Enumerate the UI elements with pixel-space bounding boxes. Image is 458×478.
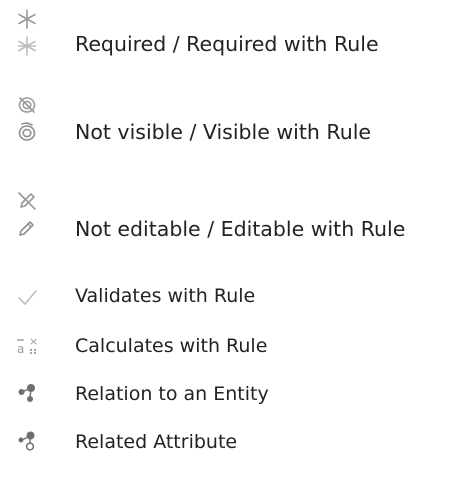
legend-label: Related Attribute xyxy=(75,431,238,453)
legend-item-relation: Relation to an Entity xyxy=(0,380,458,410)
legend-label: Relation to an Entity xyxy=(75,383,269,405)
calculate-icon: a × xyxy=(16,334,40,356)
legend-item-required: Required / Required with Rule xyxy=(0,8,458,68)
eye-hidden-icon xyxy=(16,94,40,116)
legend-label: Not visible / Visible with Rule xyxy=(75,120,372,144)
pencil-disabled-icon xyxy=(16,190,40,212)
legend-label: Calculates with Rule xyxy=(75,335,268,357)
pencil-rule-icon xyxy=(16,217,40,239)
legend-item-related-attribute: Related Attribute xyxy=(0,428,458,458)
asterisk-icon xyxy=(16,8,40,30)
svg-text:a: a xyxy=(17,342,24,356)
eye-rule-icon xyxy=(16,121,40,143)
legend-item-calculates: a × Calculates with Rule xyxy=(0,332,458,362)
legend: Required / Required with Rule Not visibl… xyxy=(0,0,458,478)
svg-text:×: × xyxy=(29,335,38,348)
related-attribute-icon xyxy=(16,430,40,452)
legend-label: Not editable / Editable with Rule xyxy=(75,217,406,241)
relation-icon xyxy=(16,382,40,404)
legend-label: Required / Required with Rule xyxy=(75,32,379,56)
legend-item-validates: Validates with Rule xyxy=(0,282,458,312)
legend-item-editable: Not editable / Editable with Rule xyxy=(0,190,458,260)
asterisk-rule-icon xyxy=(16,35,40,57)
checkmark-icon xyxy=(16,286,40,308)
legend-label: Validates with Rule xyxy=(75,285,256,307)
legend-item-visibility: Not visible / Visible with Rule xyxy=(0,94,458,164)
